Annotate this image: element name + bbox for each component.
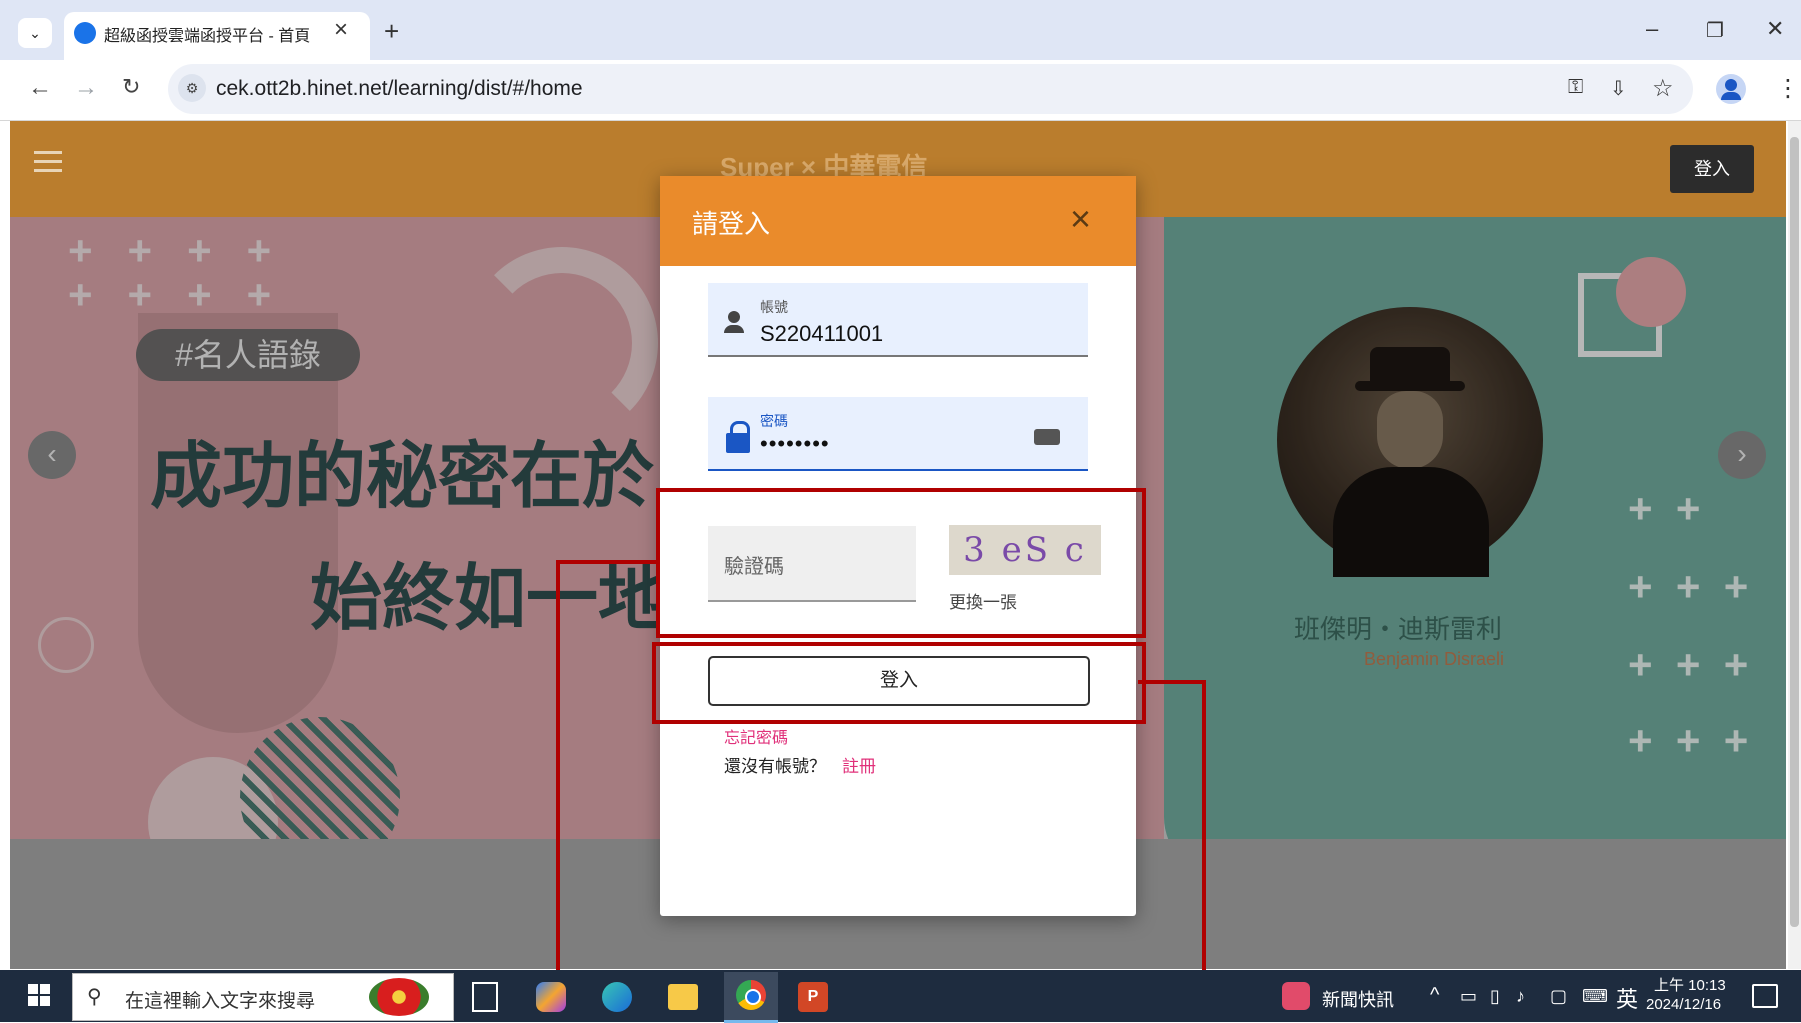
username-label: 帳號 bbox=[760, 299, 788, 315]
tab-title: 超級函授雲端函授平台 - 首頁 bbox=[104, 28, 311, 45]
annotation-line bbox=[1138, 680, 1206, 684]
browser-tab[interactable]: 超級函授雲端函授平台 - 首頁 × bbox=[64, 12, 370, 60]
tray-network-icon[interactable]: ▭ bbox=[1460, 986, 1477, 1007]
password-field[interactable]: 密碼 •••••••• bbox=[708, 397, 1088, 471]
edge-icon[interactable] bbox=[602, 982, 632, 1012]
reload-icon[interactable]: ↻ bbox=[122, 74, 140, 100]
tray-display-icon[interactable]: ▢ bbox=[1550, 986, 1567, 1007]
forgot-password-link[interactable]: 忘記密碼 bbox=[724, 724, 788, 748]
tray-volume-icon[interactable]: ♪ bbox=[1516, 986, 1525, 1007]
site-favicon-icon bbox=[74, 22, 96, 44]
search-icon: ⚲ bbox=[87, 986, 102, 1008]
modal-close-icon[interactable]: × bbox=[1070, 198, 1091, 240]
window-minimize-button[interactable]: – bbox=[1646, 16, 1658, 42]
modal-title: 請登入 bbox=[692, 209, 771, 239]
username-value: S220411001 bbox=[760, 321, 884, 346]
user-icon bbox=[728, 311, 740, 323]
browser-menu-icon[interactable]: ⋮ bbox=[1776, 74, 1800, 103]
chrome-taskbar-item[interactable] bbox=[724, 972, 778, 1023]
search-placeholder: 在這裡輸入文字來搜尋 bbox=[125, 991, 316, 1012]
tray-expand-icon[interactable]: ^ bbox=[1430, 984, 1439, 1007]
tray-ime-mode-icon[interactable]: ⌨ bbox=[1582, 986, 1608, 1007]
tray-battery-icon[interactable]: ▯ bbox=[1490, 986, 1500, 1007]
password-key-icon[interactable]: ⚿ bbox=[1568, 76, 1583, 99]
annotation-line bbox=[556, 560, 560, 1022]
copilot-icon[interactable] bbox=[536, 982, 566, 1012]
window-restore-button[interactable]: ❐ bbox=[1706, 18, 1724, 43]
window-close-button[interactable]: ✕ bbox=[1766, 16, 1784, 42]
annotation-login-highlight bbox=[652, 642, 1146, 724]
password-label: 密碼 bbox=[760, 413, 788, 429]
profile-avatar-icon[interactable] bbox=[1716, 74, 1746, 104]
no-account-text: 還沒有帳號？ bbox=[724, 757, 826, 776]
file-explorer-icon[interactable] bbox=[668, 984, 698, 1010]
back-arrow-icon[interactable]: ← bbox=[28, 74, 52, 102]
page-scrollbar[interactable] bbox=[1788, 121, 1801, 969]
taskbar-search[interactable]: ⚲ 在這裡輸入文字來搜尋 bbox=[72, 973, 454, 1021]
windows-start-icon[interactable] bbox=[28, 984, 50, 1006]
bookmark-star-icon[interactable]: ☆ bbox=[1652, 74, 1674, 103]
news-label[interactable]: 新聞快訊 bbox=[1322, 986, 1394, 1012]
tab-search-dropdown-icon[interactable]: ⌄ bbox=[18, 18, 52, 48]
search-highlight-icon bbox=[369, 978, 429, 1016]
password-value: •••••••• bbox=[760, 431, 830, 456]
annotation-captcha-highlight bbox=[656, 488, 1146, 638]
notification-icon[interactable] bbox=[1752, 984, 1778, 1008]
install-app-icon[interactable]: ⇩ bbox=[1610, 76, 1627, 101]
annotation-line bbox=[556, 560, 660, 564]
powerpoint-icon[interactable]: P bbox=[798, 982, 828, 1012]
modal-header: 請登入 × bbox=[660, 176, 1136, 266]
news-icon[interactable] bbox=[1282, 982, 1310, 1010]
header-login-button[interactable]: 登入 bbox=[1670, 145, 1754, 193]
ime-language[interactable]: 英 bbox=[1616, 982, 1638, 1014]
clock-time[interactable]: 上午 10:13 bbox=[1654, 974, 1726, 995]
forward-arrow-icon[interactable]: → bbox=[74, 74, 98, 102]
url-text: cek.ott2b.hinet.net/learning/dist/#/home bbox=[216, 77, 583, 100]
task-view-icon[interactable] bbox=[472, 982, 498, 1012]
clock-date[interactable]: 2024/12/16 bbox=[1646, 996, 1721, 1013]
site-info-icon[interactable]: ⚙ bbox=[178, 74, 206, 102]
keyboard-icon[interactable] bbox=[1034, 429, 1060, 445]
scrollbar-thumb[interactable] bbox=[1790, 137, 1799, 927]
hamburger-menu-icon[interactable] bbox=[34, 151, 62, 154]
tab-close-icon[interactable]: × bbox=[334, 16, 348, 44]
new-tab-button[interactable]: + bbox=[384, 16, 399, 47]
username-field[interactable]: 帳號 S220411001 bbox=[708, 283, 1088, 357]
register-link[interactable]: 註冊 bbox=[842, 752, 876, 777]
